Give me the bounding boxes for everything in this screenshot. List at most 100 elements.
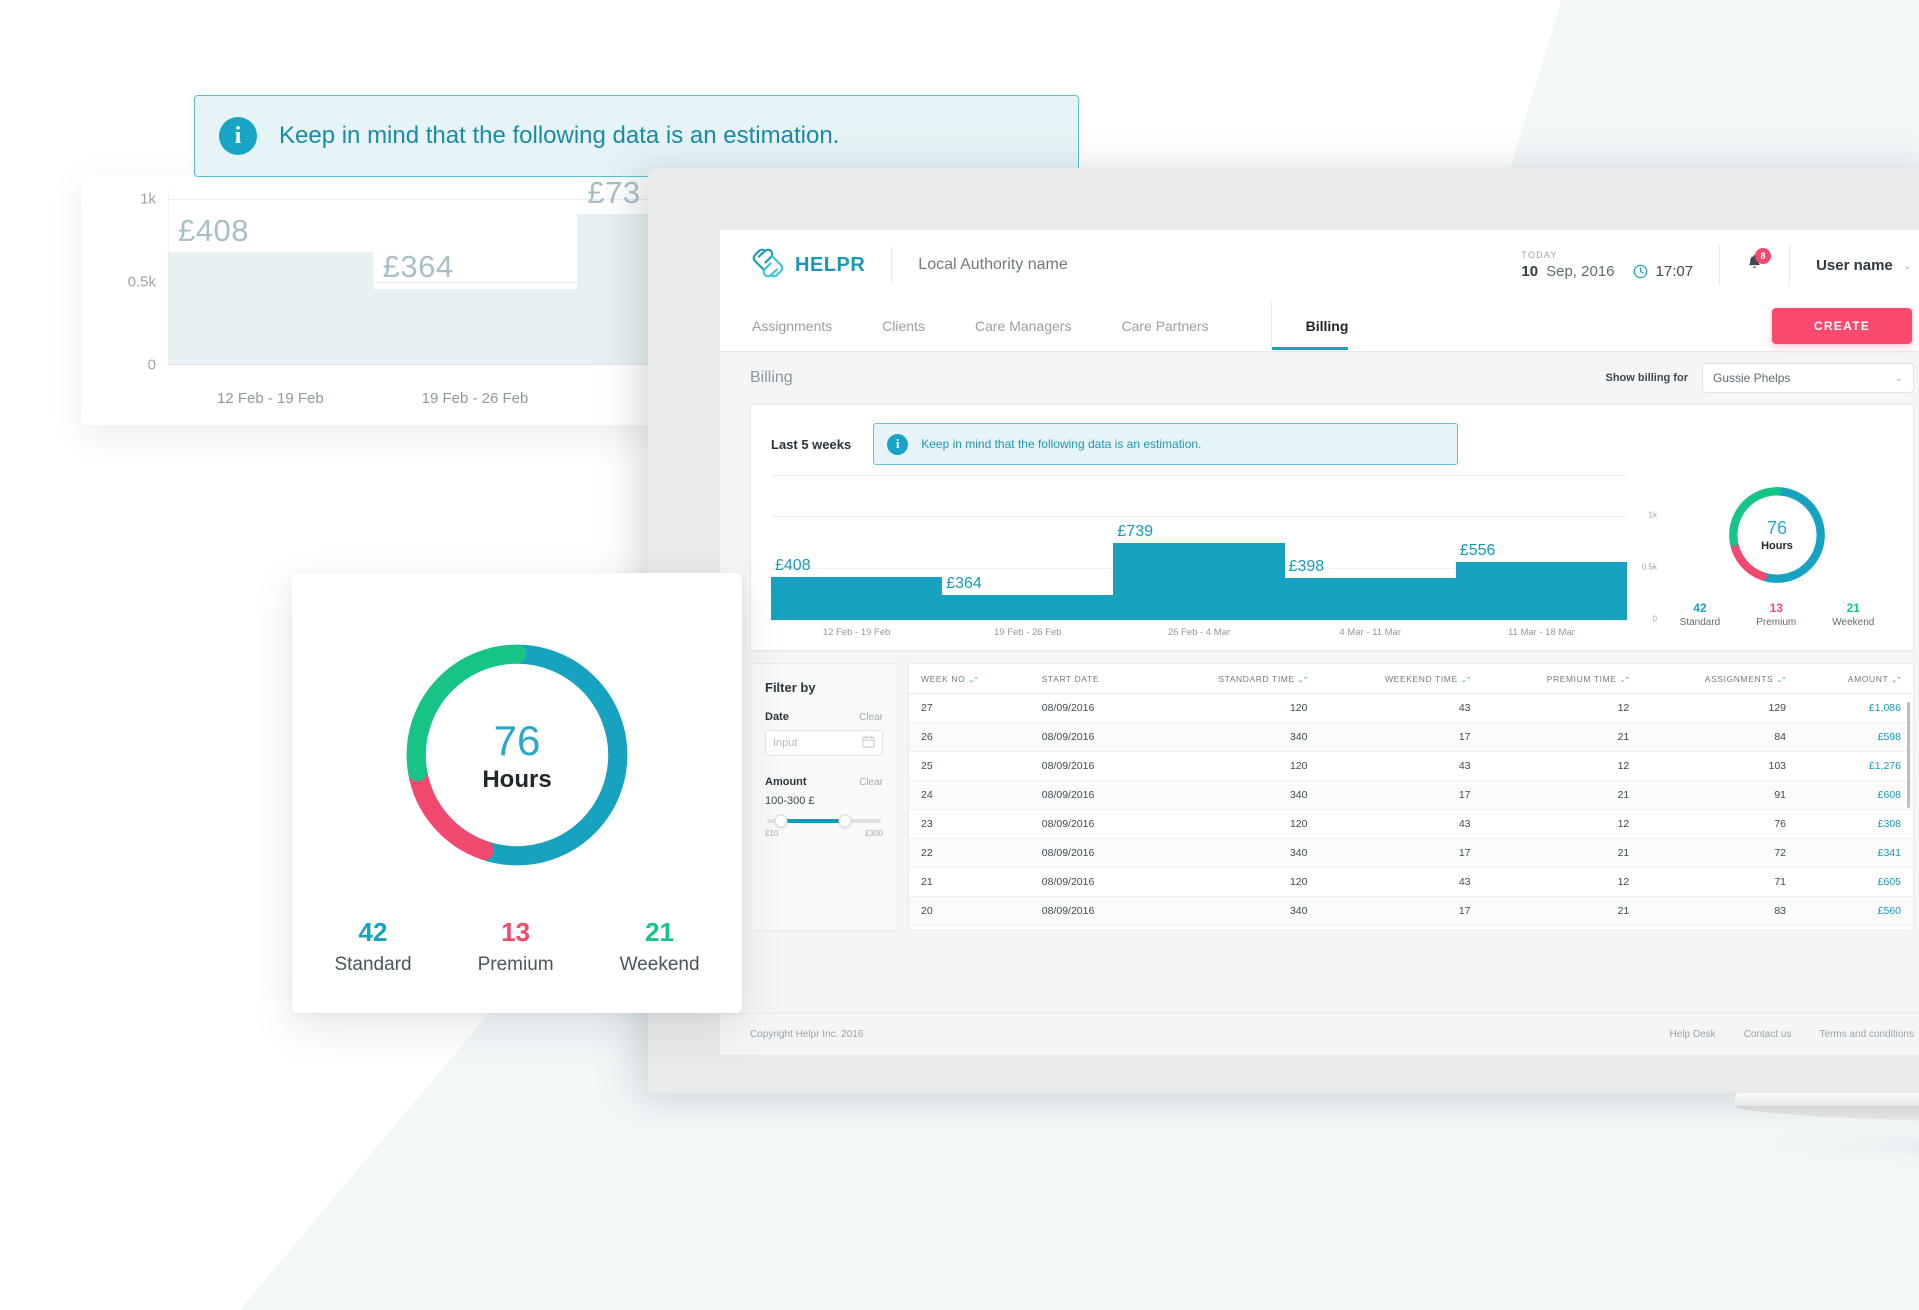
filter-panel: Filter by Date Clear Input: [750, 663, 898, 931]
cell-weekend-time: 43: [1319, 810, 1482, 839]
legend-label: Premium: [478, 954, 554, 976]
column-header-assignments[interactable]: ASSIGNMENTS⌄⌃: [1641, 664, 1798, 694]
cell-start-date: 08/09/2016: [1030, 868, 1151, 897]
legend-item-weekend: 21 Weekend: [1832, 601, 1874, 628]
table-row[interactable]: 2508/09/20161204312103£1,276: [909, 752, 1913, 781]
cell-amount: £608: [1798, 781, 1913, 810]
nav-item-care-managers[interactable]: Care Managers: [975, 302, 1072, 349]
footer-link-terms[interactable]: Terms and conditions: [1820, 1029, 1915, 1040]
app-footer: Copyright Helpr Inc. 2016 Help Desk Cont…: [720, 1013, 1919, 1055]
bar-chart-y-axis: 1k 0.5k 0: [1627, 475, 1661, 638]
cell-premium-time: 12: [1483, 752, 1642, 781]
cell-assignments: 103: [1641, 752, 1798, 781]
column-header-week-no[interactable]: WEEK NO⌄⌃: [909, 664, 1030, 694]
x-tick-label: 19 Feb - 26 Feb: [942, 627, 1113, 638]
summary-card: Last 5 weeks i Keep in mind that the fol…: [750, 404, 1914, 651]
bar-value-label: £398: [1289, 558, 1325, 576]
cell-standard-time: 340: [1151, 897, 1320, 926]
date-clear-button[interactable]: Clear: [859, 712, 883, 723]
bar: [1113, 543, 1284, 620]
table-row[interactable]: 2008/09/2016340172183£560: [909, 897, 1913, 926]
show-billing-for-select[interactable]: Gussie Phelps ⌄: [1702, 363, 1914, 393]
footer-copyright: Copyright Helpr Inc. 2016: [750, 1029, 863, 1040]
bar-chart-plot: £408 £364 £739: [771, 516, 1627, 620]
bar-slot[interactable]: £739: [1113, 516, 1284, 620]
legend-item-premium: 13 Premium: [478, 917, 554, 976]
column-label: AMOUNT: [1848, 674, 1888, 684]
donut-legend: 42 Standard 13 Premium 21 Weekend: [1680, 601, 1875, 628]
y-tick-label: 0: [1653, 615, 1657, 624]
legend-item-standard: 42 Standard: [1680, 601, 1721, 628]
ghost-bar-value: £408: [178, 213, 249, 249]
table-row[interactable]: 1908/09/2016120431268£483: [909, 926, 1913, 932]
header-right: TODAY 10 Sep, 2016 17:07: [1521, 245, 1919, 285]
slider-handle-max[interactable]: [838, 815, 851, 828]
amount-range-value: 100-300 £: [765, 795, 883, 807]
create-button[interactable]: CREATE: [1772, 308, 1912, 344]
notification-badge: 8: [1755, 248, 1771, 264]
cell-standard-time: 340: [1151, 839, 1320, 868]
table-row[interactable]: 2208/09/2016340172172£341: [909, 839, 1913, 868]
helpr-logo-icon: [752, 248, 784, 283]
cell-amount: £1,086: [1798, 694, 1913, 723]
notifications-button[interactable]: 8: [1746, 254, 1763, 277]
info-icon: i: [219, 117, 257, 155]
column-label: START DATE: [1042, 674, 1099, 684]
bar-slot[interactable]: £398: [1285, 516, 1456, 620]
table-body: 2708/09/20161204312129£1,0862608/09/2016…: [909, 694, 1913, 932]
today-time: 17:07: [1656, 263, 1694, 280]
cell-assignments: 91: [1641, 781, 1798, 810]
donut-value: 76: [494, 717, 541, 765]
table-row[interactable]: 2608/09/2016340172184£598: [909, 723, 1913, 752]
period-label: Last 5 weeks: [771, 437, 851, 452]
table-scrollbar[interactable]: [1907, 702, 1910, 808]
date-input[interactable]: Input: [765, 730, 883, 756]
slider-max-label: £300: [865, 829, 883, 838]
cell-premium-time: 12: [1483, 868, 1642, 897]
bar-slot[interactable]: £556: [1456, 516, 1627, 620]
ghost-ytick-1k: 1k: [86, 191, 156, 208]
info-icon: i: [887, 434, 908, 455]
table-row[interactable]: 2708/09/20161204312129£1,086: [909, 694, 1913, 723]
slider-fill: [781, 819, 845, 823]
footer-link-contact-us[interactable]: Contact us: [1744, 1029, 1792, 1040]
column-header-standard-time[interactable]: STANDARD TIME⌄⌃: [1151, 664, 1320, 694]
column-header-weekend-time[interactable]: WEEKEND TIME⌄⌃: [1319, 664, 1482, 694]
nav-item-clients[interactable]: Clients: [882, 302, 925, 349]
bar-value-label: £739: [1117, 523, 1153, 541]
slider-handle-min[interactable]: [774, 815, 787, 828]
ghost-bar-value: £73: [587, 175, 640, 211]
cell-week-no: 23: [909, 810, 1030, 839]
footer-links: Help Desk Contact us Terms and condition…: [1670, 1029, 1914, 1040]
nav-item-care-partners[interactable]: Care Partners: [1121, 302, 1208, 349]
bar-slot[interactable]: £408: [771, 516, 942, 620]
cell-standard-time: 340: [1151, 781, 1320, 810]
date-label: Date: [765, 711, 789, 723]
y-tick-label: 0.5k: [1642, 563, 1657, 572]
table-row[interactable]: 2108/09/2016120431271£605: [909, 868, 1913, 897]
column-header-start-date[interactable]: START DATE: [1030, 664, 1151, 694]
table-row[interactable]: 2308/09/2016120431276£308: [909, 810, 1913, 839]
calendar-icon[interactable]: [862, 735, 875, 751]
table-row[interactable]: 2408/09/2016340172191£608: [909, 781, 1913, 810]
footer-link-help-desk[interactable]: Help Desk: [1670, 1029, 1716, 1040]
amount-clear-button[interactable]: Clear: [859, 777, 883, 788]
user-menu[interactable]: User name ⌄: [1816, 257, 1912, 274]
cell-premium-time: 21: [1483, 781, 1642, 810]
donut-card-enlarged: 76 Hours 42 Standard 13 Premium 21 Weeke…: [292, 573, 742, 1013]
bar-value-label: £556: [1460, 542, 1496, 560]
cell-weekend-time: 43: [1319, 752, 1482, 781]
column-header-premium-time[interactable]: PREMIUM TIME⌄⌃: [1483, 664, 1642, 694]
amount-range-slider[interactable]: [767, 819, 881, 823]
cell-weekend-time: 43: [1319, 926, 1482, 932]
column-header-amount[interactable]: AMOUNT⌄⌃: [1798, 664, 1913, 694]
chevron-down-icon: ⌄: [1895, 373, 1903, 384]
sort-arrows-icon: ⌄⌃: [1461, 677, 1471, 684]
nav-item-assignments[interactable]: Assignments: [752, 302, 832, 349]
header-separator: [1789, 245, 1790, 285]
logo[interactable]: HELPR: [752, 248, 865, 283]
bar-slot[interactable]: £364: [942, 516, 1113, 620]
slider-minmax: £10 £300: [765, 829, 883, 838]
nav-item-billing[interactable]: Billing: [1271, 302, 1349, 349]
date-input-placeholder: Input: [773, 737, 797, 749]
